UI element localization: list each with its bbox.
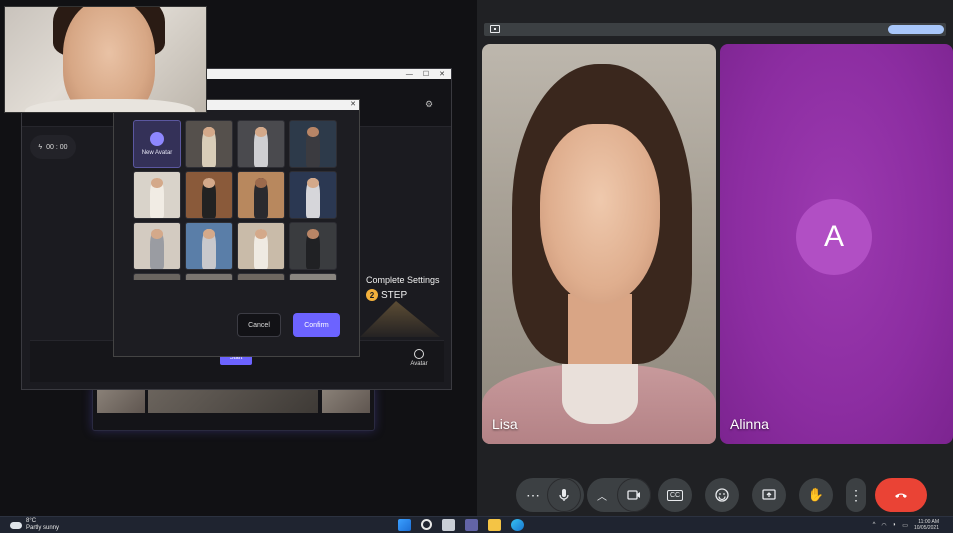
lightning-icon: ϟ: [38, 143, 43, 151]
avatar-tile[interactable]: [289, 171, 337, 219]
thumb-tile: [97, 389, 145, 413]
emoji-icon: [715, 488, 729, 502]
new-avatar-tile[interactable]: New Avatar: [133, 120, 181, 168]
webcam-overlay: [4, 6, 207, 113]
captions-button[interactable]: CC: [658, 478, 692, 512]
meet-topbar: [484, 23, 946, 36]
wifi-icon[interactable]: ◠: [881, 522, 886, 529]
volume-icon[interactable]: ◗: [893, 522, 897, 528]
confirm-button[interactable]: Confirm: [293, 313, 340, 337]
screen: — ☐ ✕ ⚙ ϟ 00 : 00 Complete Settings 2 ST…: [0, 0, 953, 533]
avatar-tile[interactable]: [237, 222, 285, 270]
avatar-tile[interactable]: [289, 120, 337, 168]
weather-text: Partly sunny: [26, 525, 60, 531]
weather-widget[interactable]: 8°C Partly sunny: [10, 518, 59, 532]
step-indicator: 2 STEP: [366, 289, 407, 301]
present-button[interactable]: [752, 478, 786, 512]
thumb-toolbar: [93, 414, 374, 428]
clock[interactable]: 11:00 AM 10/05/2021: [914, 519, 939, 531]
teams-icon[interactable]: [465, 519, 478, 531]
new-avatar-icon: [150, 132, 164, 146]
taskbar-apps: [398, 519, 524, 531]
system-tray: ^ ◠ ◗ ▭ 11:00 AM 10/05/2021: [873, 519, 939, 531]
participant-tile-alinna[interactable]: A Alinna: [720, 44, 953, 444]
avatar-tile[interactable]: [237, 171, 285, 219]
avatar-tile[interactable]: [133, 222, 181, 270]
avatar-tile[interactable]: [133, 171, 181, 219]
tray-chevron-icon[interactable]: ^: [873, 522, 876, 528]
avatar-tile[interactable]: [289, 222, 337, 270]
spotlight-beam: [360, 301, 440, 337]
timer-pill: ϟ 00 : 00: [30, 135, 76, 159]
avatar-grid: New Avatar: [133, 120, 337, 280]
search-icon[interactable]: [421, 519, 432, 530]
meeting-thumbnail[interactable]: [92, 385, 375, 431]
camera-button[interactable]: [617, 478, 651, 512]
avatar: A: [796, 199, 872, 275]
topbar-pill[interactable]: [888, 25, 944, 34]
step-label: STEP: [381, 289, 408, 301]
present-screen-icon: [762, 489, 776, 500]
taskbar: 8°C Partly sunny ^ ◠ ◗ ▭ 11:00 AM 10/05/…: [0, 516, 953, 533]
call-controls: ⋯ ︿ CC ✋ ⋮: [477, 478, 953, 514]
more-horiz-icon[interactable]: ⋯: [526, 487, 540, 504]
avatar-nav-button[interactable]: Avatar: [402, 349, 436, 367]
avatar-picker-dialog: ✕ New Avatar Cancel Confirm: [113, 99, 360, 357]
end-call-icon: [895, 493, 907, 498]
cancel-button[interactable]: Cancel: [237, 313, 281, 337]
minimize-icon[interactable]: —: [406, 71, 413, 78]
windows-start-icon[interactable]: [398, 519, 411, 531]
step-number: 2: [366, 289, 378, 301]
avatar-tile[interactable]: [185, 273, 233, 280]
more-vert-icon: ⋮: [849, 486, 863, 503]
avatar-tile[interactable]: [237, 120, 285, 168]
desktop-left: — ☐ ✕ ⚙ ϟ 00 : 00 Complete Settings 2 ST…: [0, 0, 477, 516]
temperature: 8°C: [26, 518, 37, 524]
videocam-icon: [627, 490, 640, 500]
more-options-button[interactable]: ⋮: [846, 478, 866, 512]
close-icon[interactable]: ✕: [439, 70, 445, 78]
thumb-tile: [148, 389, 318, 413]
person-icon: [414, 349, 424, 359]
maximize-icon[interactable]: ☐: [423, 70, 429, 78]
avatar-tile[interactable]: [185, 171, 233, 219]
avatar-tile[interactable]: [185, 120, 233, 168]
participant-name: Lisa: [492, 416, 518, 432]
edge-icon[interactable]: [511, 519, 524, 531]
raise-hand-icon: ✋: [807, 487, 825, 502]
thumb-tile: [322, 389, 370, 413]
frame-icon[interactable]: [490, 25, 500, 33]
meet-window: Lisa A Alinna ⋯ ︿ CC ✋ ⋮: [477, 0, 953, 516]
participant-tile-lisa[interactable]: Lisa: [482, 44, 716, 444]
participant-name: Alinna: [730, 416, 769, 432]
avatar-tile[interactable]: [133, 273, 181, 280]
chevron-up-icon[interactable]: ︿: [597, 488, 607, 503]
mic-button[interactable]: [547, 478, 581, 512]
close-icon[interactable]: ✕: [350, 100, 356, 110]
battery-icon[interactable]: ▭: [902, 522, 908, 529]
avatar-tile[interactable]: [237, 273, 285, 280]
clock-date: 10/05/2021: [913, 525, 939, 531]
cloud-icon: [10, 521, 22, 529]
new-avatar-label: New Avatar: [141, 150, 173, 156]
end-call-button[interactable]: [875, 478, 927, 512]
complete-settings-text: Complete Settings: [366, 275, 440, 285]
avatar-tile[interactable]: [289, 273, 337, 280]
mic-icon: [559, 489, 569, 501]
emoji-button[interactable]: [705, 478, 739, 512]
avatar-tile[interactable]: [185, 222, 233, 270]
timer-value: 00 : 00: [46, 143, 68, 151]
task-view-icon[interactable]: [442, 519, 455, 531]
avatar-nav-label: Avatar: [410, 361, 428, 367]
raise-hand-button[interactable]: ✋: [799, 478, 833, 512]
captions-icon: CC: [666, 489, 684, 501]
file-explorer-icon[interactable]: [488, 519, 501, 531]
settings-icon[interactable]: ⚙: [425, 99, 435, 109]
